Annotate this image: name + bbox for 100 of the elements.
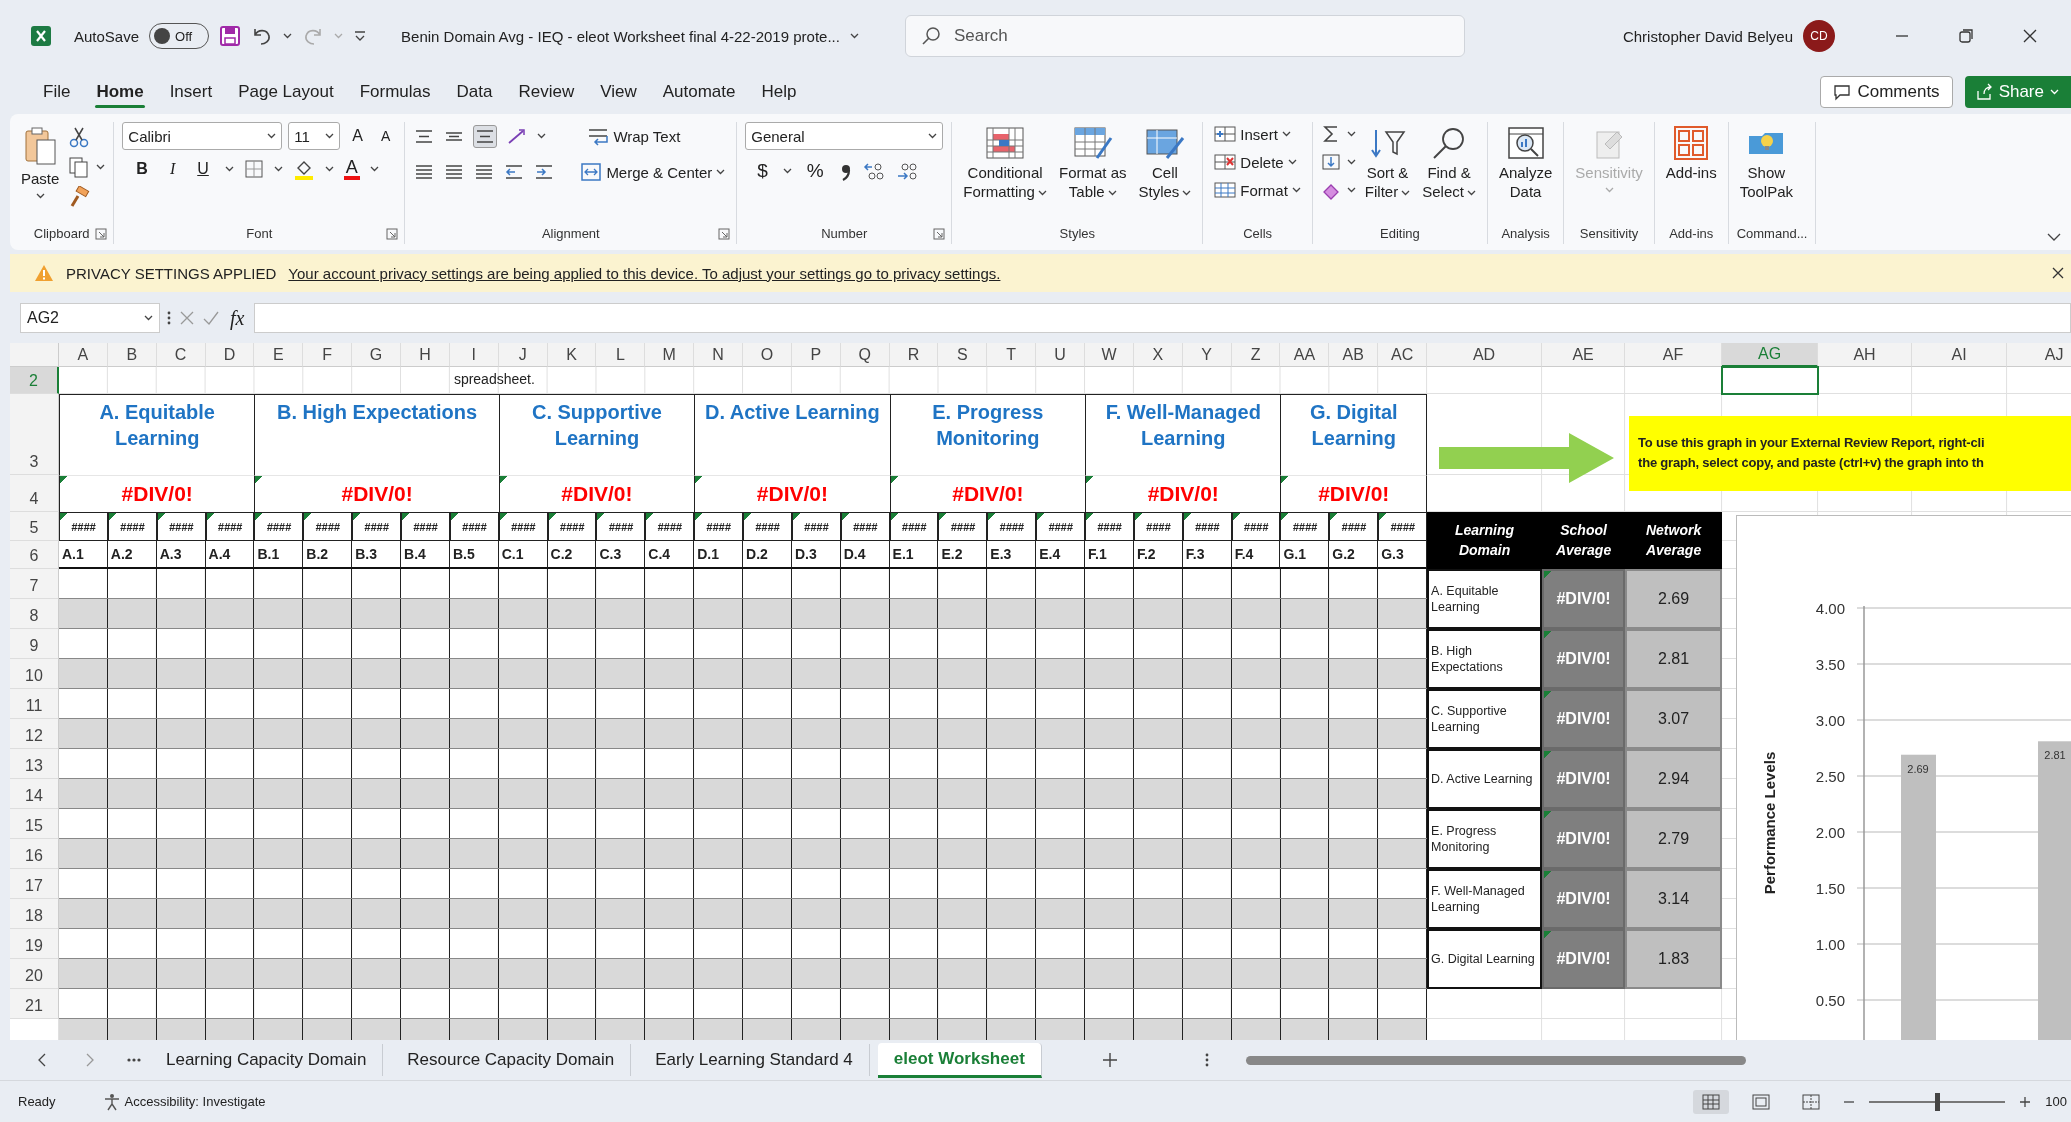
- currency-button[interactable]: $: [751, 158, 774, 184]
- row-header[interactable]: 14: [10, 779, 59, 809]
- menu-tab[interactable]: Review: [505, 76, 588, 108]
- column-header[interactable]: J: [498, 343, 548, 367]
- menu-tab[interactable]: Page Layout: [225, 76, 347, 108]
- cell-styles-button[interactable]: Cell Styles: [1135, 122, 1195, 206]
- row-header[interactable]: 16: [10, 839, 59, 869]
- column-header[interactable]: H: [401, 343, 450, 367]
- column-header[interactable]: Z: [1231, 343, 1281, 367]
- column-header[interactable]: C: [156, 343, 206, 367]
- menu-tab[interactable]: Formulas: [346, 76, 444, 108]
- insert-function-button[interactable]: fx: [226, 306, 249, 330]
- italic-button[interactable]: I: [163, 158, 182, 180]
- delete-cells-button[interactable]: Delete: [1211, 150, 1304, 174]
- font-color-button[interactable]: A: [343, 158, 360, 180]
- column-header[interactable]: N: [694, 343, 744, 367]
- row-header[interactable]: 20: [10, 959, 59, 989]
- row-header[interactable]: 5: [10, 512, 59, 541]
- paste-button[interactable]: Paste: [18, 122, 63, 203]
- row-header[interactable]: 11: [10, 689, 59, 719]
- row-header[interactable]: 19: [10, 929, 59, 959]
- column-header[interactable]: R: [889, 343, 939, 367]
- column-header[interactable]: O: [743, 343, 792, 367]
- chart-area[interactable]: 0.50 1.00 1.50 2.00 2.50 3.00 3.50 4.00 Performance Levels 2.69 2.81: [1736, 515, 2071, 1040]
- column-header[interactable]: P: [791, 343, 841, 367]
- format-table-button[interactable]: Format as Table: [1055, 122, 1130, 206]
- column-header[interactable]: AH: [1818, 343, 1913, 367]
- sort-filter-button[interactable]: Sort & Filter: [1361, 122, 1414, 206]
- accessibility-button[interactable]: Accessibility: Investigate: [99, 1089, 269, 1114]
- row-header[interactable]: 18: [10, 899, 59, 929]
- privacy-settings-link[interactable]: Your account privacy settings are being applied to this device. To adjust your settings go to privacy settings.: [288, 264, 1001, 282]
- search-field[interactable]: Search: [904, 15, 1465, 57]
- column-header[interactable]: Y: [1182, 343, 1232, 367]
- row-header[interactable]: 15: [10, 809, 59, 839]
- menu-tab[interactable]: Home: [83, 76, 157, 108]
- column-header[interactable]: E: [254, 343, 304, 367]
- find-button[interactable]: Find & Select: [1419, 122, 1479, 206]
- name-box[interactable]: AG2: [20, 303, 160, 333]
- format-cells-button[interactable]: Format: [1211, 178, 1304, 202]
- decrease-font-size-button[interactable]: A: [375, 126, 397, 146]
- menu-tab[interactable]: Insert: [156, 76, 226, 108]
- column-header[interactable]: X: [1133, 343, 1183, 367]
- column-header[interactable]: Q: [840, 343, 890, 367]
- sheet-tab[interactable]: Early Learning Standard 4: [639, 1044, 870, 1076]
- user-avatar[interactable]: CD: [1803, 20, 1835, 52]
- row-header[interactable]: 2: [10, 367, 59, 394]
- insert-cells-button[interactable]: Insert: [1211, 122, 1304, 146]
- column-header[interactable]: AF: [1625, 343, 1723, 367]
- column-header[interactable]: D: [205, 343, 255, 367]
- row-header[interactable]: 3: [10, 394, 59, 475]
- column-header[interactable]: A: [59, 343, 108, 367]
- column-header[interactable]: AG: [1722, 343, 1819, 367]
- percent-button[interactable]: %: [800, 158, 830, 184]
- column-header[interactable]: AB: [1329, 343, 1379, 367]
- zoom-level[interactable]: 100: [2045, 1094, 2067, 1109]
- column-header[interactable]: K: [547, 343, 597, 367]
- font-name-dropdown[interactable]: Calibri: [122, 122, 283, 150]
- merge-center-button[interactable]: Merge & Center: [577, 158, 729, 186]
- column-header[interactable]: AD: [1427, 343, 1543, 367]
- column-header[interactable]: S: [938, 343, 988, 367]
- menu-tab[interactable]: Automate: [649, 76, 749, 108]
- row-header[interactable]: 10: [10, 659, 59, 689]
- row-header[interactable]: 7: [10, 569, 59, 599]
- column-header[interactable]: W: [1085, 343, 1134, 367]
- font-size-dropdown[interactable]: 11: [288, 122, 341, 150]
- column-header[interactable]: G: [352, 343, 401, 367]
- row-header[interactable]: 8: [10, 599, 59, 629]
- menu-tab[interactable]: Help: [748, 76, 810, 108]
- column-header[interactable]: U: [1036, 343, 1086, 367]
- underline-button[interactable]: U: [191, 158, 215, 180]
- row-header[interactable]: 6: [10, 541, 59, 569]
- row-header[interactable]: 12: [10, 719, 59, 749]
- column-header[interactable]: F: [303, 343, 353, 367]
- row-header[interactable]: 9: [10, 629, 59, 659]
- column-header[interactable]: AE: [1542, 343, 1626, 367]
- number-format-dropdown[interactable]: General: [745, 122, 944, 150]
- document-title[interactable]: Benin Domain Avg - IEQ - eleot Worksheet final 4-22-2019 prote...: [401, 27, 840, 45]
- row-header[interactable]: 13: [10, 749, 59, 779]
- increase-font-size-button[interactable]: A: [346, 125, 370, 147]
- column-header[interactable]: AJ: [2007, 343, 2071, 367]
- column-header[interactable]: AI: [1912, 343, 2008, 367]
- addins-button[interactable]: Add-ins: [1662, 122, 1720, 187]
- column-header[interactable]: B: [107, 343, 157, 367]
- row-header[interactable]: 4: [10, 475, 59, 512]
- sheet-tab[interactable]: Resource Capacity Domain: [391, 1044, 632, 1076]
- wrap-text-button[interactable]: Wrap Text: [584, 122, 684, 150]
- conditional-formatting-button[interactable]: Conditional Formatting: [960, 122, 1050, 206]
- share-button[interactable]: Share: [1964, 76, 2071, 108]
- sheet-tab[interactable]: eleot Worksheet: [877, 1042, 1042, 1078]
- column-header[interactable]: AC: [1378, 343, 1428, 367]
- column-header[interactable]: T: [987, 343, 1037, 367]
- column-header[interactable]: L: [596, 343, 646, 367]
- row-header[interactable]: 21: [10, 989, 59, 1019]
- menu-tab[interactable]: View: [587, 76, 650, 108]
- bold-button[interactable]: B: [130, 158, 154, 180]
- analyze-button[interactable]: Analyze Data: [1495, 122, 1556, 206]
- column-header[interactable]: M: [645, 343, 695, 367]
- menu-tab[interactable]: Data: [443, 76, 506, 108]
- column-header[interactable]: AA: [1280, 343, 1330, 367]
- comments-button[interactable]: Comments: [1820, 76, 1953, 108]
